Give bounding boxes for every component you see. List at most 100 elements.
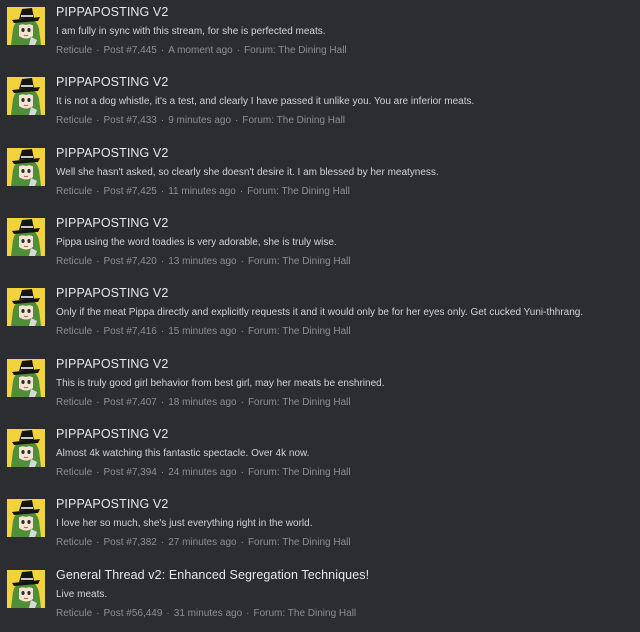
meta-separator: · <box>240 256 244 267</box>
meta-separator: · <box>160 115 165 126</box>
forum-link[interactable]: Forum: The Dining Hall <box>248 326 351 337</box>
forum-link[interactable]: Forum: The Dining Hall <box>244 45 347 56</box>
post-time: A moment ago <box>168 45 233 56</box>
avatar[interactable] <box>7 570 45 608</box>
thread-title-link[interactable]: PIPPAPOSTING V2 <box>56 146 168 160</box>
post-time: 11 minutes ago <box>168 186 236 197</box>
thread-title-link[interactable]: PIPPAPOSTING V2 <box>56 427 168 441</box>
post-number-link[interactable]: Post #7,416 <box>103 326 156 337</box>
post-time: 24 minutes ago <box>168 467 237 478</box>
author-link[interactable]: Reticule <box>56 186 92 197</box>
avatar[interactable] <box>7 499 45 537</box>
avatar[interactable] <box>7 288 45 326</box>
post-meta: Reticule · Post #7,394 · 24 minutes ago · Foru… <box>56 467 351 478</box>
forum-link[interactable]: Forum: The Dining Hall <box>248 256 351 267</box>
meta-separator: · <box>96 608 100 619</box>
thread-title-link[interactable]: PIPPAPOSTING V2 <box>56 497 168 511</box>
meta-separator: · <box>235 115 239 126</box>
post-number-link[interactable]: Post #7,433 <box>103 115 156 126</box>
post-snippet: I am fully in sync with this stream, for… <box>56 26 326 37</box>
post-snippet: This is truly good girl behavior from be… <box>56 378 385 389</box>
post-meta: Reticule · Post #7,416 · 15 minutes ago · Foru… <box>56 326 351 337</box>
avatar[interactable] <box>7 429 45 467</box>
list-item: PIPPAPOSTING V2 I love her so much, she'… <box>0 494 640 564</box>
author-link[interactable]: Reticule <box>56 467 92 478</box>
meta-separator: · <box>160 467 165 478</box>
post-snippet: Almost 4k watching this fantastic specta… <box>56 448 310 459</box>
forum-link[interactable]: Forum: The Dining Hall <box>248 397 351 408</box>
post-number-link[interactable]: Post #7,425 <box>103 186 156 197</box>
meta-separator: · <box>160 256 165 267</box>
thread-title-link[interactable]: PIPPAPOSTING V2 <box>56 286 168 300</box>
meta-separator: · <box>240 397 244 408</box>
list-item: PIPPAPOSTING V2 Only if the meat Pippa d… <box>0 283 640 353</box>
meta-separator: · <box>166 608 170 619</box>
post-meta: Reticule · Post #7,445 · A moment ago · Forum:… <box>56 45 347 56</box>
forum-link[interactable]: Forum: The Dining Hall <box>254 608 357 619</box>
thread-title-link[interactable]: General Thread v2: Enhanced Segregation … <box>56 568 369 582</box>
list-item: PIPPAPOSTING V2 It is not a dog whistle,… <box>0 72 640 142</box>
post-time: 13 minutes ago <box>168 256 237 267</box>
meta-separator: · <box>96 115 100 126</box>
meta-separator: · <box>96 537 100 548</box>
meta-separator: · <box>96 467 100 478</box>
list-item: PIPPAPOSTING V2 Pippa using the word toa… <box>0 213 640 283</box>
forum-link[interactable]: Forum: The Dining Hall <box>242 115 345 126</box>
list-item: PIPPAPOSTING V2 Well she hasn't asked, s… <box>0 143 640 213</box>
post-meta: Reticule · Post #56,449 · 31 minutes ago · For… <box>56 608 356 619</box>
avatar[interactable] <box>7 218 45 256</box>
thread-title-link[interactable]: PIPPAPOSTING V2 <box>56 357 168 371</box>
post-number-link[interactable]: Post #7,382 <box>103 537 156 548</box>
thread-title-link[interactable]: PIPPAPOSTING V2 <box>56 216 168 230</box>
post-time: 27 minutes ago <box>168 537 237 548</box>
post-number-link[interactable]: Post #7,445 <box>103 45 156 56</box>
post-number-link[interactable]: Post #56,449 <box>103 608 162 619</box>
post-snippet: Only if the meat Pippa directly and expl… <box>56 307 584 318</box>
meta-separator: · <box>96 256 100 267</box>
avatar[interactable] <box>7 77 45 115</box>
meta-separator: · <box>236 45 241 56</box>
meta-separator: · <box>160 45 165 56</box>
meta-separator: · <box>240 326 244 337</box>
forum-link[interactable]: Forum: The Dining Hall <box>247 186 350 197</box>
post-number-link[interactable]: Post #7,394 <box>103 467 156 478</box>
post-number-link[interactable]: Post #7,407 <box>103 397 156 408</box>
meta-separator: · <box>160 537 165 548</box>
avatar[interactable] <box>7 7 45 45</box>
thread-title-link[interactable]: PIPPAPOSTING V2 <box>56 5 168 19</box>
meta-separator: · <box>96 326 100 337</box>
post-meta: Reticule · Post #7,425 · 11 minutes ago · Foru… <box>56 186 350 197</box>
post-snippet: I love her so much, she's just everythin… <box>56 518 313 529</box>
post-snippet: It is not a dog whistle, it's a test, an… <box>56 96 475 107</box>
avatar[interactable] <box>7 148 45 186</box>
post-number-link[interactable]: Post #7,420 <box>103 256 156 267</box>
meta-separator: · <box>246 608 250 619</box>
meta-separator: · <box>160 326 165 337</box>
author-link[interactable]: Reticule <box>56 397 92 408</box>
meta-separator: · <box>160 186 165 197</box>
meta-separator: · <box>240 467 244 478</box>
author-link[interactable]: Reticule <box>56 256 92 267</box>
author-link[interactable]: Reticule <box>56 608 92 619</box>
meta-separator: · <box>240 537 244 548</box>
forum-link[interactable]: Forum: The Dining Hall <box>248 467 351 478</box>
post-snippet: Live meats. <box>56 589 108 600</box>
post-snippet: Well she hasn't asked, so clearly she do… <box>56 167 439 178</box>
thread-title-link[interactable]: PIPPAPOSTING V2 <box>56 75 168 89</box>
meta-separator: · <box>160 397 165 408</box>
author-link[interactable]: Reticule <box>56 45 92 56</box>
post-time: 15 minutes ago <box>168 326 237 337</box>
list-item: PIPPAPOSTING V2 I am fully in sync with … <box>0 2 640 72</box>
author-link[interactable]: Reticule <box>56 326 92 337</box>
list-item: PIPPAPOSTING V2 Almost 4k watching this … <box>0 424 640 494</box>
author-link[interactable]: Reticule <box>56 115 92 126</box>
meta-separator: · <box>96 186 100 197</box>
author-link[interactable]: Reticule <box>56 537 92 548</box>
list-item: PIPPAPOSTING V2 This is truly good girl … <box>0 354 640 424</box>
post-time: 9 minutes ago <box>168 115 232 126</box>
post-snippet: Pippa using the word toadies is very ado… <box>56 237 337 248</box>
forum-link[interactable]: Forum: The Dining Hall <box>248 537 351 548</box>
avatar[interactable] <box>7 359 45 397</box>
meta-separator: · <box>96 45 100 56</box>
post-meta: Reticule · Post #7,382 · 27 minutes ago · Foru… <box>56 537 351 548</box>
